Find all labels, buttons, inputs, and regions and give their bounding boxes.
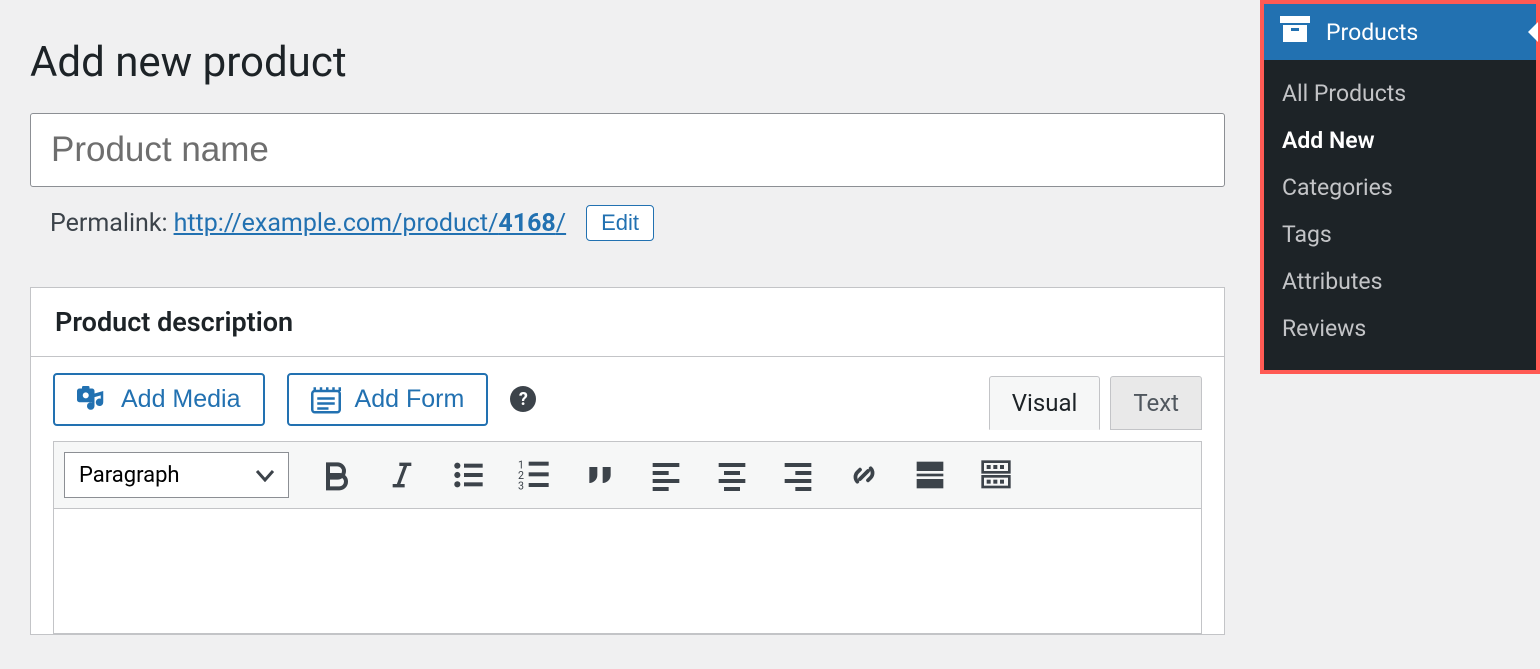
permalink-row: Permalink: http://example.com/product/41… (30, 187, 1225, 241)
permalink-label: Permalink: (50, 209, 168, 238)
permalink-trail: / (556, 209, 566, 238)
align-center-button[interactable] (713, 456, 751, 494)
permalink-base: http://example.com/product/ (174, 209, 499, 238)
align-left-button[interactable] (647, 456, 685, 494)
form-icon (311, 386, 341, 412)
toolbar-toggle-button[interactable] (977, 456, 1015, 494)
editor-content-area[interactable] (53, 509, 1202, 634)
permalink-link[interactable]: http://example.com/product/4168/ (174, 209, 567, 238)
tab-text[interactable]: Text (1110, 376, 1202, 430)
add-form-button[interactable]: Add Form (287, 373, 489, 426)
product-name-input[interactable] (30, 113, 1225, 187)
sidebar-item-add-new[interactable]: Add New (1264, 117, 1536, 164)
format-select[interactable]: Paragraph (64, 452, 289, 498)
add-media-button[interactable]: Add Media (53, 373, 265, 426)
product-description-box: Product description Add Media Add Form ?… (30, 287, 1225, 635)
editor-toolbar: Paragraph 123 (54, 442, 1201, 509)
help-icon[interactable]: ? (510, 386, 536, 412)
svg-text:3: 3 (518, 480, 524, 491)
blockquote-button[interactable] (581, 456, 619, 494)
sidebar-section-label: Products (1326, 19, 1418, 46)
bullet-list-button[interactable] (449, 456, 487, 494)
description-title: Product description (31, 288, 1224, 357)
permalink-slug: 4168 (498, 209, 555, 238)
numbered-list-button[interactable]: 123 (515, 456, 553, 494)
current-indicator-icon (1528, 22, 1538, 42)
link-button[interactable] (845, 456, 883, 494)
tab-visual[interactable]: Visual (989, 376, 1101, 430)
read-more-button[interactable] (911, 456, 949, 494)
sidebar-submenu: All Products Add New Categories Tags Att… (1264, 60, 1536, 370)
page-title: Add new product (30, 0, 1225, 113)
add-form-label: Add Form (355, 385, 465, 414)
italic-button[interactable] (383, 456, 421, 494)
sidebar-item-categories[interactable]: Categories (1264, 164, 1536, 211)
sidebar-item-all-products[interactable]: All Products (1264, 70, 1536, 117)
align-right-button[interactable] (779, 456, 817, 494)
sidebar-item-reviews[interactable]: Reviews (1264, 305, 1536, 352)
chevron-down-icon (256, 463, 274, 488)
sidebar-item-tags[interactable]: Tags (1264, 211, 1536, 258)
admin-sidebar-products: Products All Products Add New Categories… (1260, 0, 1540, 374)
edit-permalink-button[interactable]: Edit (586, 205, 654, 241)
add-media-label: Add Media (121, 385, 241, 414)
format-select-value: Paragraph (79, 463, 180, 488)
camera-music-icon (77, 386, 107, 412)
bold-button[interactable] (317, 456, 355, 494)
archive-box-icon (1280, 16, 1310, 48)
sidebar-section-products[interactable]: Products (1264, 4, 1536, 60)
sidebar-item-attributes[interactable]: Attributes (1264, 258, 1536, 305)
